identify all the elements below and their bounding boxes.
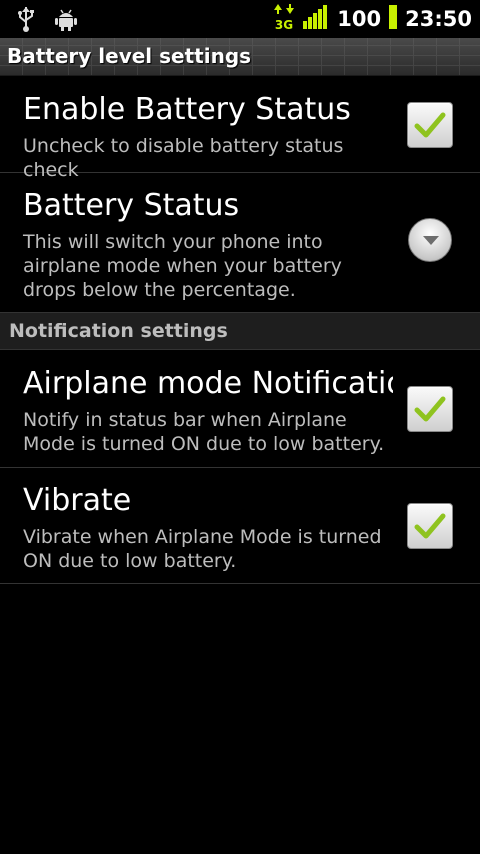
title-bar: Battery level settings xyxy=(0,38,480,76)
checkmark-icon xyxy=(414,396,446,422)
pref-summary: Vibrate when Airplane Mode is turned ON … xyxy=(23,526,382,572)
pref-title: Enable Battery Status xyxy=(23,92,351,127)
pref-title: Airplane mode Notification xyxy=(23,366,393,401)
battery-icon xyxy=(389,5,398,33)
pref-title: Vibrate xyxy=(23,483,132,518)
page-title: Battery level settings xyxy=(7,44,252,68)
checkmark-icon xyxy=(414,112,446,138)
category-header: Notification settings xyxy=(0,313,480,350)
enable-battery-status-checkbox[interactable] xyxy=(407,102,453,148)
pref-title: Battery Status xyxy=(23,188,240,223)
vibrate-checkbox[interactable] xyxy=(407,503,453,549)
category-label: Notification settings xyxy=(9,320,228,342)
data-3g-icon: 3G xyxy=(273,4,295,34)
pref-airplane-mode-notification[interactable]: Airplane mode Notification Notify in sta… xyxy=(0,351,480,468)
battery-level-text: 100 xyxy=(337,7,382,31)
signal-icon xyxy=(303,5,329,33)
pref-battery-status[interactable]: Battery Status This will switch your pho… xyxy=(0,173,480,313)
svg-text:3G: 3G xyxy=(275,18,293,30)
android-debug-icon xyxy=(54,7,78,35)
status-bar: 3G 100 23:50 xyxy=(0,0,480,38)
airplane-notification-checkbox[interactable] xyxy=(407,386,453,432)
pref-enable-battery-status[interactable]: Enable Battery Status Uncheck to disable… xyxy=(0,77,480,181)
pref-vibrate[interactable]: Vibrate Vibrate when Airplane Mode is tu… xyxy=(0,468,480,584)
checkmark-icon xyxy=(414,513,446,539)
battery-status-dropdown[interactable] xyxy=(408,218,452,262)
clock-text: 23:50 xyxy=(405,7,472,31)
chevron-down-icon xyxy=(423,236,439,245)
pref-summary: Notify in status bar when Airplane Mode … xyxy=(23,409,385,455)
usb-icon xyxy=(16,6,36,36)
pref-summary: This will switch your phone into airplan… xyxy=(23,231,342,301)
